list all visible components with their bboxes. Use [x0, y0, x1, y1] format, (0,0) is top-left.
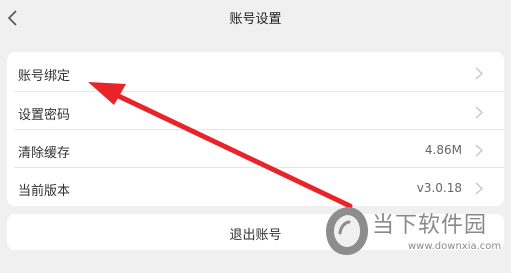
chevron-right-icon	[475, 67, 483, 80]
set-password-row[interactable]: 设置密码	[7, 93, 504, 131]
version-value: v3.0.18	[416, 181, 462, 195]
watermark-logo-icon	[326, 207, 368, 255]
current-version-row[interactable]: 当前版本 v3.0.18	[7, 169, 504, 206]
current-version-label: 当前版本	[18, 184, 71, 199]
chevron-right-icon	[475, 144, 483, 157]
account-binding-label: 账号绑定	[18, 69, 71, 84]
clear-cache-row[interactable]: 清除缓存 4.86M	[7, 131, 504, 169]
watermark-url: www.downxia.com	[408, 241, 502, 252]
cache-size-value: 4.86M	[424, 143, 462, 157]
account-binding-row[interactable]: 账号绑定	[7, 54, 504, 92]
page-title: 账号设置	[229, 12, 282, 27]
watermark-name: 当下软件园	[372, 213, 488, 238]
chevron-right-icon	[475, 106, 483, 119]
watermark: 当下软件园 www.downxia.com	[322, 202, 511, 262]
divider	[14, 91, 504, 92]
divider	[14, 167, 504, 168]
chevron-right-icon	[475, 182, 483, 195]
set-password-label: 设置密码	[18, 108, 71, 123]
top-bar: 账号设置	[0, 0, 511, 36]
divider	[14, 129, 504, 130]
settings-list: 账号绑定 设置密码 清除缓存 4.86M 当前版本 v3.0.18	[7, 52, 504, 206]
clear-cache-label: 清除缓存	[18, 146, 71, 161]
